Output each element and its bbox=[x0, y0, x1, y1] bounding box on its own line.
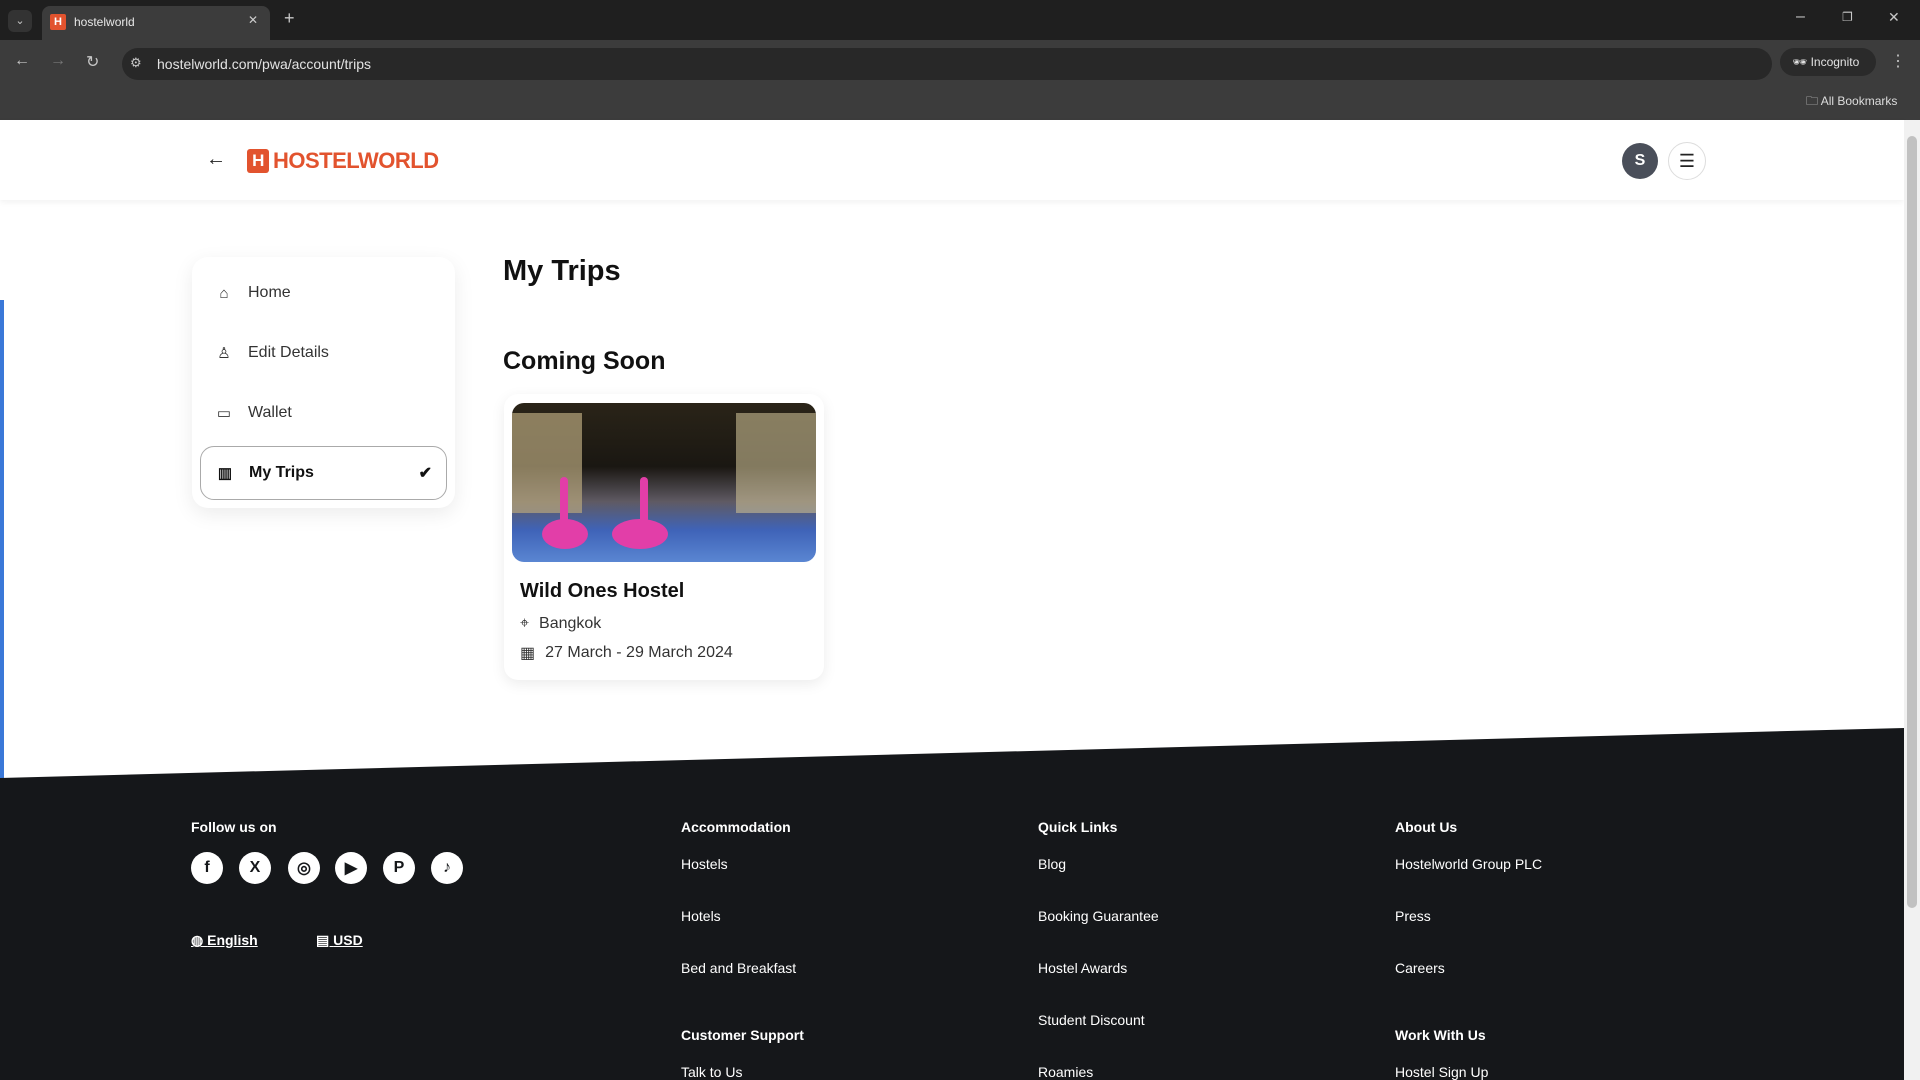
hostel-photo[interactable] bbox=[512, 403, 816, 562]
footer-link-student-discount[interactable]: Student Discount bbox=[1038, 1012, 1145, 1028]
follow-us-heading: Follow us on bbox=[191, 819, 277, 835]
map-icon: ▥ bbox=[217, 465, 233, 482]
kebab-menu-icon[interactable]: ⋮ bbox=[1890, 51, 1906, 71]
trip-card[interactable]: Wild Ones Hostel ⌖ Bangkok ▦ 27 March - 29… bbox=[504, 394, 824, 680]
accommodation-heading: Accommodation bbox=[681, 819, 791, 835]
footer-link-roamies[interactable]: Roamies bbox=[1038, 1064, 1093, 1080]
facebook-icon[interactable]: f bbox=[191, 852, 223, 884]
url-text[interactable]: hostelworld.com/pwa/account/trips bbox=[157, 56, 371, 72]
quick-links-heading: Quick Links bbox=[1038, 819, 1118, 835]
browser-tab-bar: ⌄ H hostelworld ✕ + – ❐ ✕ bbox=[0, 0, 1920, 40]
hostelworld-logo[interactable]: H HOSTELWORLD bbox=[247, 148, 439, 173]
all-bookmarks[interactable]: 🗀 All Bookmarks bbox=[1806, 92, 1897, 113]
section-title: Coming Soon bbox=[503, 347, 666, 375]
wallet-icon: ▭ bbox=[216, 405, 232, 422]
sidebar-item-label: Wallet bbox=[248, 404, 292, 421]
site-footer bbox=[0, 728, 1904, 1080]
sidebar-item-label: Home bbox=[248, 284, 291, 301]
tab-search-button[interactable]: ⌄ bbox=[8, 10, 32, 32]
trip-dates: 27 March - 29 March 2024 bbox=[545, 644, 733, 661]
footer-link-careers[interactable]: Careers bbox=[1395, 960, 1445, 976]
restore-icon[interactable]: ❐ bbox=[1842, 10, 1853, 24]
footer-link-talk-to-us[interactable]: Talk to Us bbox=[681, 1064, 742, 1080]
footer-link-hostels[interactable]: Hostels bbox=[681, 856, 728, 872]
footer-link-hostel-awards[interactable]: Hostel Awards bbox=[1038, 960, 1127, 976]
back-arrow-icon[interactable]: ← bbox=[206, 148, 226, 171]
incognito-badge[interactable]: 🕶 Incognito bbox=[1780, 48, 1876, 76]
scrollbar-thumb[interactable] bbox=[1907, 136, 1917, 908]
accent-line bbox=[0, 300, 4, 778]
menu-icon: ☰ bbox=[1678, 150, 1696, 171]
calendar-icon: ▦ bbox=[520, 645, 536, 662]
sidebar-item-wallet[interactable]: ▭ Wallet bbox=[200, 386, 447, 440]
footer-link-bed-and-breakfast[interactable]: Bed and Breakfast bbox=[681, 960, 796, 976]
check-icon: ✔ bbox=[418, 465, 432, 482]
currency-icon: ▤ bbox=[316, 932, 334, 948]
close-tab-icon[interactable]: ✕ bbox=[248, 13, 258, 27]
footer-link-hotels[interactable]: Hotels bbox=[681, 908, 721, 924]
avatar[interactable]: S bbox=[1622, 143, 1658, 179]
footer-link-booking-guarantee[interactable]: Booking Guarantee bbox=[1038, 908, 1159, 924]
back-icon[interactable]: ← bbox=[14, 52, 30, 70]
logo-text: HOSTELWORLD bbox=[273, 148, 439, 173]
account-sidebar: ⌂ Home ♙ Edit Details ▭ Wallet ▥ My Trips ✔ bbox=[192, 257, 455, 508]
language-selector[interactable]: ◍ English bbox=[191, 932, 258, 949]
sidebar-item-label: Edit Details bbox=[248, 344, 329, 361]
footer-link-press[interactable]: Press bbox=[1395, 908, 1431, 924]
about-us-heading: About Us bbox=[1395, 819, 1458, 835]
sidebar-item-label: My Trips bbox=[249, 464, 314, 481]
currency-label: USD bbox=[333, 932, 363, 948]
favicon-icon: H bbox=[50, 14, 66, 30]
incognito-label: Incognito bbox=[1810, 55, 1860, 69]
trip-city: Bangkok bbox=[539, 615, 602, 632]
page-title: My Trips bbox=[503, 255, 621, 287]
work-with-us-heading: Work With Us bbox=[1395, 1027, 1486, 1043]
footer-link-blog[interactable]: Blog bbox=[1038, 856, 1066, 872]
home-icon: ⌂ bbox=[219, 284, 229, 302]
pinterest-icon[interactable]: P bbox=[383, 852, 415, 884]
user-icon: ♙ bbox=[217, 345, 231, 362]
hamburger-menu-button[interactable]: ☰ bbox=[1668, 142, 1706, 180]
globe-icon: ◍ bbox=[191, 932, 208, 948]
youtube-icon[interactable]: ▶ bbox=[335, 852, 367, 884]
tiktok-icon[interactable]: ♪ bbox=[431, 852, 463, 884]
incognito-icon: 🕶 bbox=[1792, 55, 1811, 69]
logo-mark-icon: H bbox=[247, 149, 269, 173]
address-bar[interactable]: ⚙ hostelworld.com/pwa/account/trips bbox=[122, 48, 1772, 80]
all-bookmarks-label: All Bookmarks bbox=[1820, 94, 1898, 108]
instagram-icon[interactable]: ◎ bbox=[288, 852, 320, 884]
currency-selector[interactable]: ▤ USD bbox=[316, 932, 363, 949]
x-icon[interactable]: X bbox=[239, 852, 271, 884]
location-pin-icon: ⌖ bbox=[520, 615, 530, 632]
forward-icon[interactable]: → bbox=[50, 52, 66, 70]
customer-support-heading: Customer Support bbox=[681, 1027, 804, 1043]
browser-tab[interactable]: H hostelworld ✕ bbox=[42, 6, 270, 40]
sidebar-item-my-trips[interactable]: ▥ My Trips ✔ bbox=[200, 446, 447, 500]
site-info-icon[interactable]: ⚙ bbox=[130, 55, 142, 71]
footer-link-hostel-sign-up[interactable]: Hostel Sign Up bbox=[1395, 1064, 1488, 1080]
hostel-name: Wild Ones Hostel bbox=[520, 580, 685, 602]
footer-link-group-plc[interactable]: Hostelworld Group PLC bbox=[1395, 856, 1542, 872]
tab-title: hostelworld bbox=[74, 15, 135, 29]
folder-icon: 🗀 bbox=[1806, 94, 1821, 108]
sidebar-item-edit-details[interactable]: ♙ Edit Details bbox=[200, 326, 447, 380]
new-tab-icon[interactable]: + bbox=[284, 8, 295, 29]
reload-icon[interactable]: ↻ bbox=[86, 52, 99, 72]
language-label: English bbox=[207, 932, 258, 948]
sidebar-item-home[interactable]: ⌂ Home bbox=[200, 266, 447, 320]
close-window-icon[interactable]: ✕ bbox=[1888, 9, 1900, 26]
minimize-icon[interactable]: – bbox=[1796, 8, 1805, 26]
